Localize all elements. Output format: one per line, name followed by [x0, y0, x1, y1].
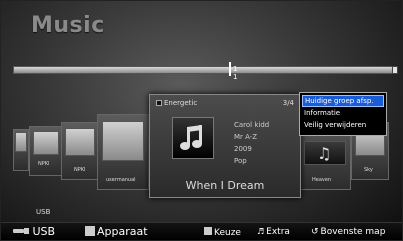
folder-label: NPKI — [74, 167, 86, 173]
menu-item-information[interactable]: Informatie — [302, 107, 384, 119]
top-folder-button[interactable]: ↺ Bovenste map — [311, 227, 385, 237]
progress-marker — [229, 62, 231, 76]
folder-item[interactable]: NPKI — [61, 122, 99, 180]
extra-icon: ♬ — [257, 227, 265, 236]
year: 2009 — [234, 145, 252, 153]
device-button[interactable]: Apparaat — [85, 225, 148, 238]
page-title: Music — [31, 13, 105, 38]
folder-icon — [102, 121, 144, 161]
folder-icon — [15, 132, 27, 152]
song-metadata: Carol kidd Mr A-Z 2009 Pop — [234, 119, 269, 167]
panel-header: Energetic 3/4 — [156, 99, 296, 107]
select-button[interactable]: Keuze — [204, 227, 241, 238]
selected-song-panel[interactable]: Energetic 3/4 Carol kidd Mr A-Z 2009 Pop… — [149, 94, 301, 198]
select-square-icon — [204, 227, 212, 235]
return-icon: ↺ — [311, 227, 319, 237]
folder-label: Heaven — [312, 177, 332, 183]
progress-total: 1 — [233, 73, 238, 81]
device-label: USB — [36, 208, 51, 216]
mood-category: Energetic — [164, 99, 198, 107]
device-label-bottom: Apparaat — [97, 225, 148, 238]
context-menu: Huidige groep afsp. Informatie Veilig ve… — [299, 92, 387, 136]
genre: Pop — [234, 157, 247, 165]
select-label: Keuze — [214, 228, 241, 238]
folder-label: Sky — [364, 167, 373, 173]
folder-label: NPKI — [38, 161, 50, 167]
artist: Carol kidd — [234, 121, 270, 129]
progress-current: 1 — [233, 65, 238, 73]
scroll-progress-bar[interactable] — [13, 66, 397, 74]
usb-button[interactable]: USB — [13, 225, 55, 238]
extra-button[interactable]: ♬ Extra — [257, 227, 290, 237]
top-folder-label: Bovenste map — [320, 227, 386, 237]
progress-text: 1 1 — [233, 65, 237, 81]
device-square-icon — [85, 226, 95, 236]
folder-label: usermanual — [106, 177, 136, 183]
track-count: 3/4 — [282, 99, 294, 107]
album-art — [172, 117, 214, 159]
extra-label: Extra — [266, 227, 290, 237]
folder-icon — [65, 128, 95, 156]
bottom-bar: USB Apparaat Keuze ♬ Extra ↺ Bovenste map — [1, 222, 402, 240]
menu-item-safe-remove[interactable]: Veilig verwijderen — [302, 119, 384, 131]
song-title: When I Dream — [185, 179, 265, 192]
usb-label: USB — [32, 225, 56, 238]
usb-icon — [13, 228, 29, 234]
music-note-icon — [180, 125, 202, 150]
sort-order: Mr A-Z — [234, 133, 258, 141]
folder-item[interactable]: usermanual — [97, 114, 149, 190]
folder-icon — [33, 131, 59, 155]
menu-item-play-current-group[interactable]: Huidige groep afsp. — [302, 95, 384, 107]
folder-item[interactable]: NPKI — [29, 126, 63, 176]
checkbox-icon[interactable] — [156, 100, 162, 106]
progress-end-cap — [392, 66, 398, 74]
music-note-icon: ♫ — [317, 144, 332, 163]
music-folder-art: ♫ — [304, 141, 346, 165]
music-browser-screen: Music 1 1 NPKI NPKI usermanual ♫ Heaven … — [0, 0, 403, 241]
